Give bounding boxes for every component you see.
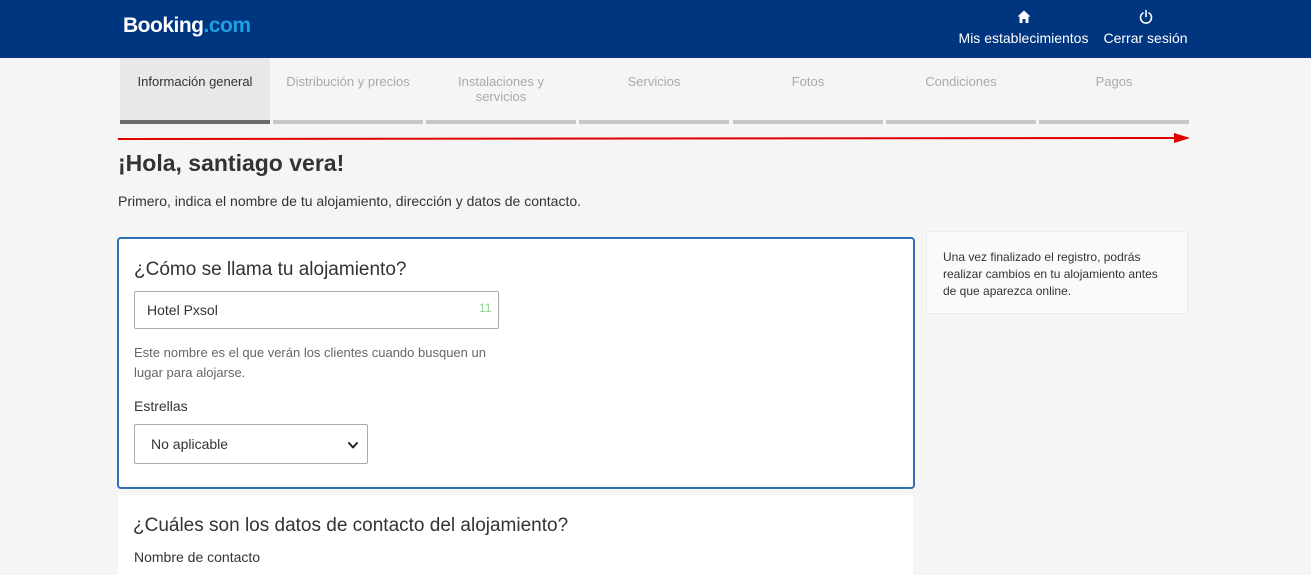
step-progress-bar	[426, 120, 576, 124]
contact-details-title: ¿Cuáles son los datos de contacto del al…	[133, 515, 569, 536]
contact-name-label: Nombre de contacto	[134, 549, 261, 565]
step-progress-bar	[273, 120, 423, 124]
booking-logo[interactable]: Booking.com	[123, 14, 251, 38]
step-label: Información general	[137, 74, 253, 89]
step-policies[interactable]: Condiciones	[886, 58, 1036, 124]
step-general-info[interactable]: Información general	[120, 58, 270, 124]
property-name-input[interactable]	[134, 291, 499, 329]
property-name-card: ¿Cómo se llama tu alojamiento? 11 Este n…	[117, 237, 915, 489]
step-label: Fotos	[791, 74, 825, 89]
registration-steps: Información general Distribución y preci…	[120, 58, 1190, 124]
registration-info-note: Una vez finalizado el registro, podrás r…	[926, 231, 1188, 314]
step-progress-bar	[886, 120, 1036, 124]
chevron-down-icon	[347, 438, 359, 454]
my-properties-label: Mis establecimientos	[958, 30, 1089, 46]
step-layout-pricing[interactable]: Distribución y precios	[273, 58, 423, 124]
annotation-arrow	[118, 133, 1190, 143]
power-icon	[1101, 9, 1190, 29]
char-counter: 11	[479, 301, 492, 315]
step-facilities[interactable]: Instalaciones y servicios	[426, 58, 576, 124]
step-payments[interactable]: Pagos	[1039, 58, 1189, 124]
step-progress-bar	[733, 120, 883, 124]
intro-text: Primero, indica el nombre de tu alojamie…	[118, 193, 582, 209]
logo-suffix-text: .com	[203, 14, 252, 37]
property-name-hint: Este nombre es el que verán los clientes…	[134, 345, 486, 380]
step-label: Servicios	[627, 74, 681, 89]
step-photos[interactable]: Fotos	[733, 58, 883, 124]
property-name-title: ¿Cómo se llama tu alojamiento?	[134, 259, 407, 280]
stars-select[interactable]: No aplicable	[134, 424, 368, 464]
greeting-heading: ¡Hola, santiago vera!	[118, 150, 345, 176]
logo-main-text: Booking	[123, 14, 204, 37]
my-properties-button[interactable]: Mis establecimientos	[954, 9, 1093, 46]
contact-details-card: ¿Cuáles son los datos de contacto del al…	[118, 495, 913, 575]
top-bar: Booking.com Mis establecimientos Cerrar …	[0, 0, 1311, 58]
stars-selected-value: No aplicable	[151, 436, 229, 452]
logout-label: Cerrar sesión	[1103, 30, 1188, 46]
step-progress-bar	[1039, 120, 1189, 124]
step-amenities[interactable]: Servicios	[579, 58, 729, 124]
stars-label: Estrellas	[134, 398, 188, 414]
step-label: Pagos	[1095, 74, 1133, 89]
step-label: Instalaciones y servicios	[458, 74, 544, 104]
step-label: Distribución y precios	[286, 74, 410, 89]
step-label: Condiciones	[925, 74, 997, 89]
home-icon	[954, 9, 1093, 29]
logout-button[interactable]: Cerrar sesión	[1101, 9, 1190, 46]
step-progress-bar	[579, 120, 729, 124]
step-progress-bar	[120, 120, 270, 124]
